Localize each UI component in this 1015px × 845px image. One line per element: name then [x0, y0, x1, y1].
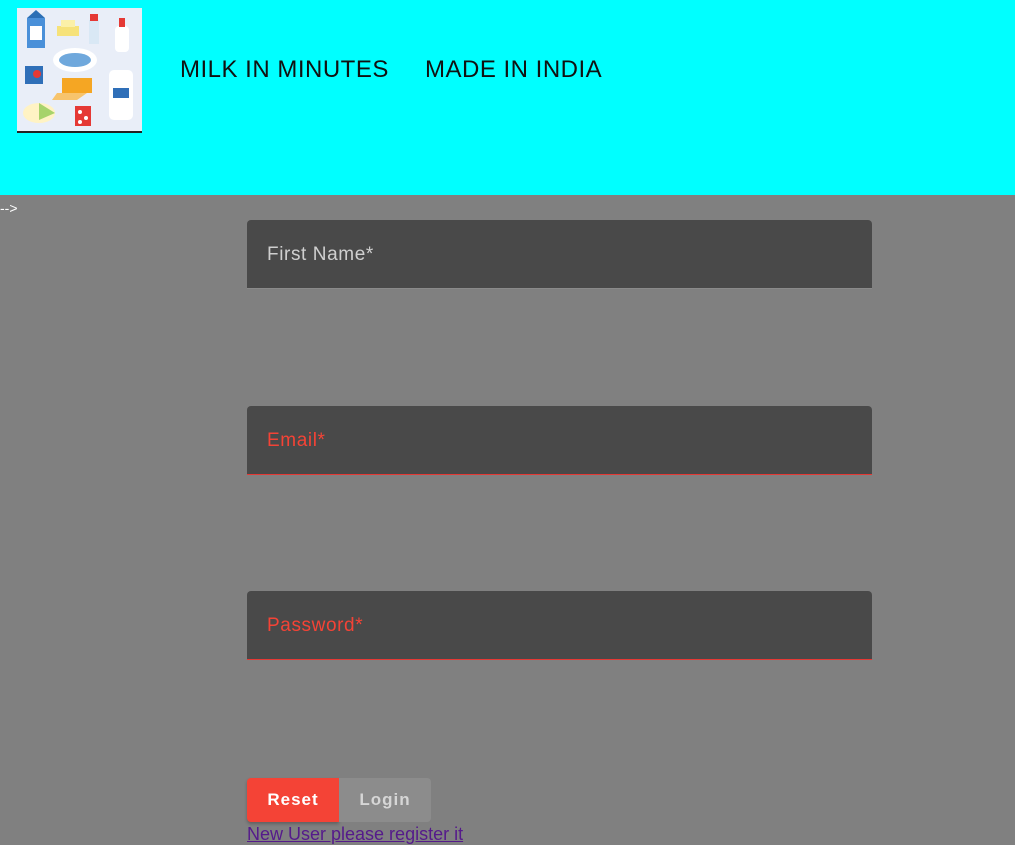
stray-comment-text: --> [0, 200, 18, 216]
password-field[interactable]: Password* [247, 591, 872, 660]
email-input[interactable] [247, 406, 872, 474]
milk-products-logo-icon[interactable] [17, 8, 142, 133]
reset-button[interactable]: Reset [247, 778, 339, 822]
app-header: MILK IN MINUTES MADE IN INDIA [0, 0, 1015, 195]
register-link[interactable]: New User please register it [247, 824, 463, 845]
email-field[interactable]: Email* [247, 406, 872, 475]
first-name-input[interactable] [247, 220, 872, 288]
password-input[interactable] [247, 591, 872, 659]
first-name-field[interactable]: First Name* [247, 220, 872, 289]
login-button[interactable]: Login [339, 778, 431, 822]
nav-item-milk-in-minutes[interactable]: MILK IN MINUTES [180, 56, 389, 84]
nav-item-made-in-india[interactable]: MADE IN INDIA [425, 56, 602, 84]
